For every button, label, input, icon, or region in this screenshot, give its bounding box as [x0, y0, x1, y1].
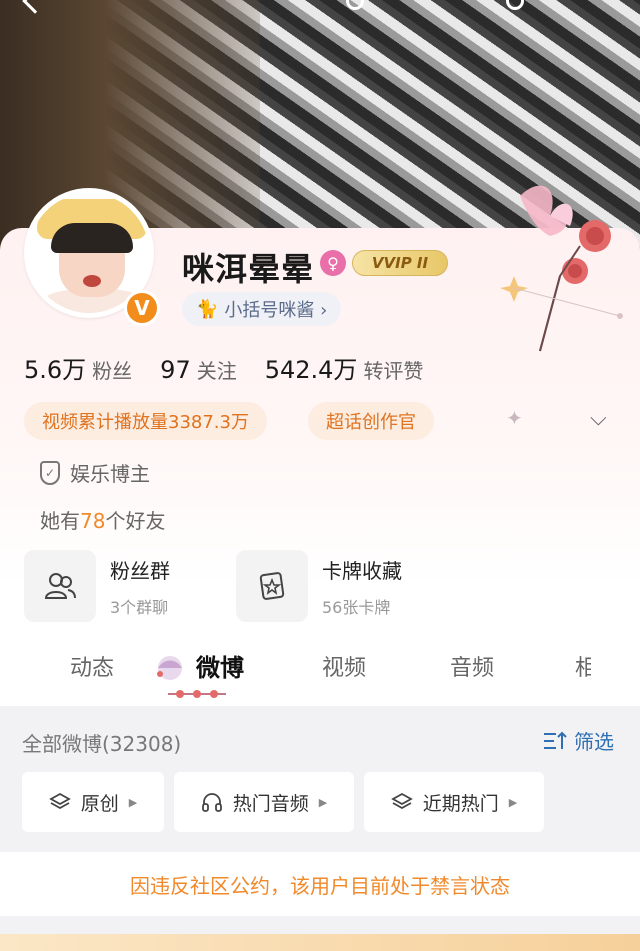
chip-recent-hot[interactable]: 近期热门 ▶ — [364, 772, 544, 832]
group-icon — [24, 550, 96, 622]
tab-underline-decoration — [168, 690, 226, 698]
chip-original[interactable]: 原创 ▶ — [22, 772, 164, 832]
sparkle-icon: ✦ — [506, 406, 523, 430]
tab-video[interactable]: 视频 — [322, 650, 366, 682]
rose-decoration — [500, 185, 623, 352]
tab-audio[interactable]: 音频 — [450, 650, 494, 682]
sub-account-button[interactable]: 🐈 小括号咪酱 › — [182, 292, 342, 326]
shield-icon: ✓ — [40, 460, 60, 485]
chip-hot-audio[interactable]: 热门音频 ▶ — [174, 772, 354, 832]
stat-followers[interactable]: 5.6万 粉丝 — [24, 350, 132, 385]
chevron-down-icon[interactable]: ⌵ — [590, 406, 607, 431]
card-icon — [236, 550, 308, 622]
friends-count[interactable]: 她有78个好友 — [40, 505, 165, 534]
verified-badge: V — [124, 290, 160, 326]
bottom-strip — [0, 934, 640, 951]
all-weibo-count: 全部微博(32308) — [22, 732, 182, 756]
vvip-badge[interactable]: VVIP II — [352, 250, 448, 276]
card-collection-title: 卡牌收藏 — [322, 558, 402, 583]
filter-button[interactable]: 筛选 — [542, 726, 614, 755]
female-icon: ♀ — [320, 250, 346, 276]
headphones-icon — [201, 793, 222, 812]
back-icon[interactable] — [22, 0, 48, 14]
tag-topic-creator[interactable]: 超话创作官 — [308, 402, 434, 440]
tab-bar: 动态 微博 视频 音频 相 — [0, 640, 640, 706]
layers-icon — [48, 792, 71, 810]
tab-album[interactable]: 相 — [575, 650, 591, 682]
layers-icon — [390, 792, 413, 810]
search-icon[interactable] — [346, 0, 364, 10]
more-icon[interactable] — [506, 0, 524, 10]
blogger-row: ✓ 娱乐博主 — [40, 458, 150, 487]
fan-group-title: 粉丝群 — [110, 558, 170, 583]
card-collection-entry[interactable]: 卡牌收藏 56张卡牌 — [236, 550, 402, 622]
ban-notice: 因违反社区公约，该用户目前处于禁言状态 — [0, 852, 640, 916]
card-collection-sub: 56张卡牌 — [322, 597, 391, 617]
cat-icon: 🐈 — [196, 298, 219, 320]
tag-video-plays[interactable]: 视频累计播放量3387.3万 — [24, 402, 267, 440]
stat-likes[interactable]: 542.4万 转评赞 — [265, 350, 424, 385]
tab-decoration-icon — [157, 656, 182, 680]
tab-updates[interactable]: 动态 — [70, 650, 114, 682]
stat-following[interactable]: 97 关注 — [160, 355, 237, 384]
stats-row: 5.6万 粉丝 97 关注 542.4万 转评赞 — [24, 350, 423, 385]
fan-group-sub: 3个群聊 — [110, 597, 169, 617]
tab-weibo[interactable]: 微博 — [196, 648, 244, 683]
top-bar — [0, 0, 640, 14]
sub-account-label: 小括号咪酱 › — [224, 300, 328, 321]
filter-icon — [544, 731, 567, 749]
blogger-label: 娱乐博主 — [70, 462, 150, 486]
profile-name: 咪洱晕晕 — [182, 250, 315, 288]
fan-group-entry[interactable]: 粉丝群 3个群聊 — [24, 550, 170, 622]
